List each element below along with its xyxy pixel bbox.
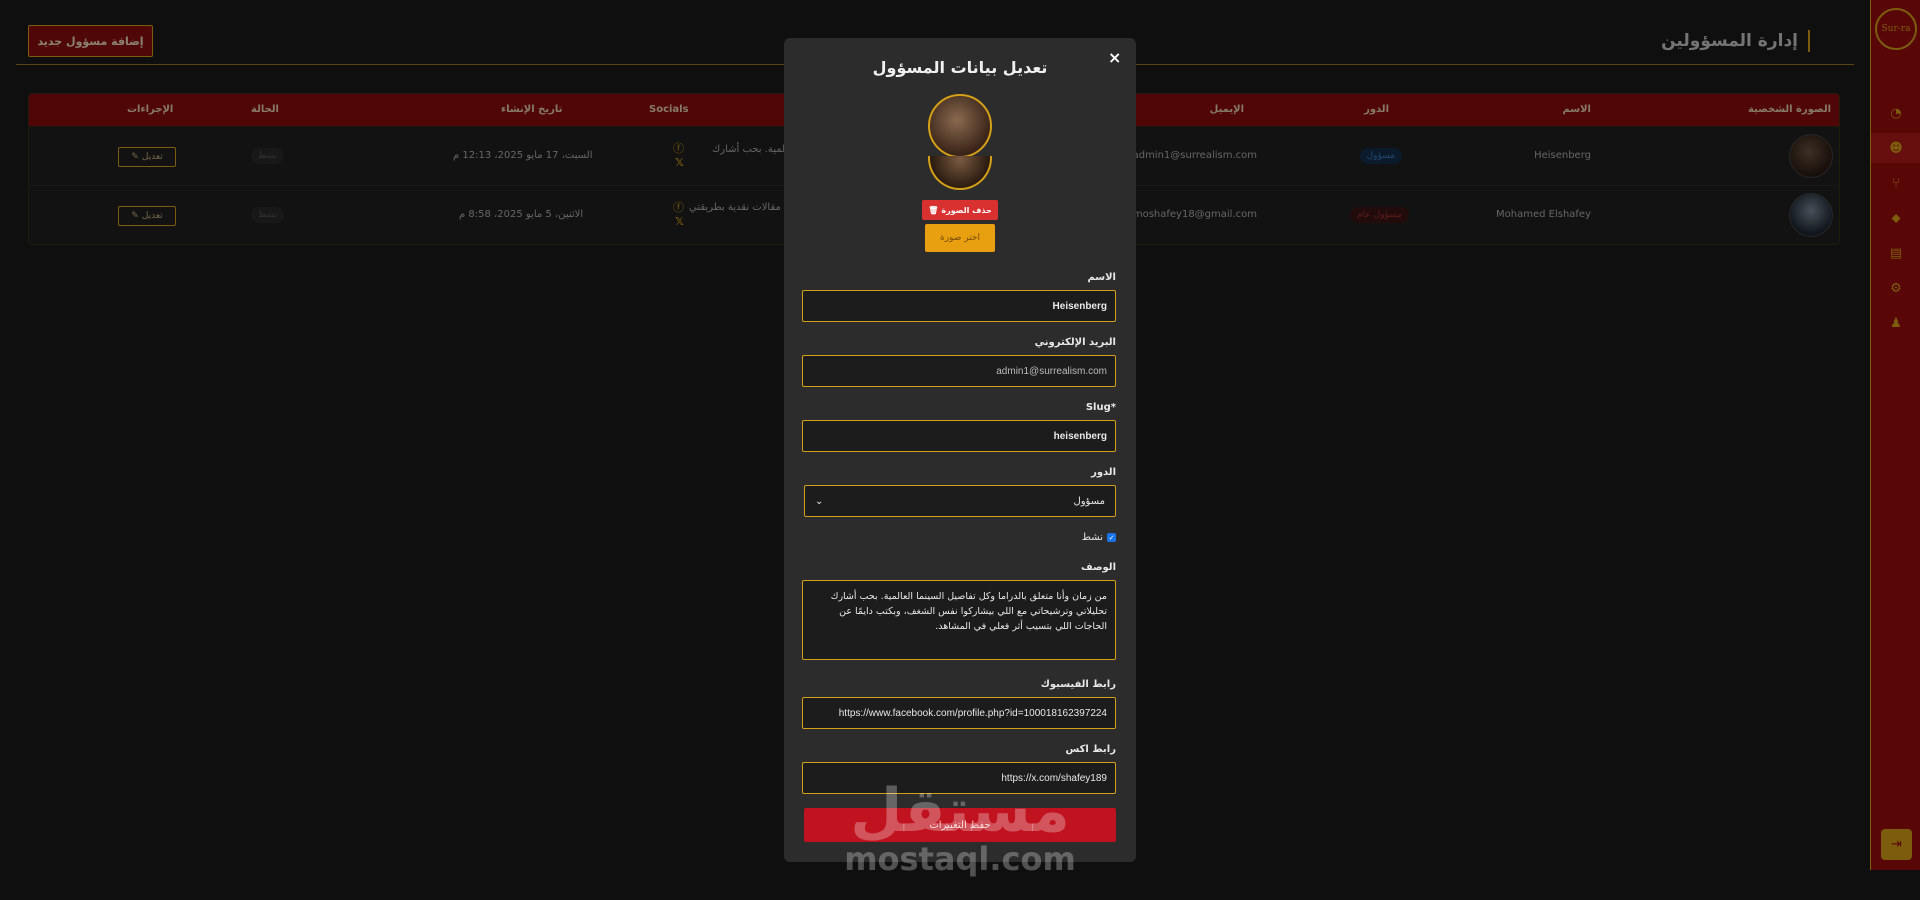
facebook-label: رابط الفيسبوك <box>1040 679 1116 690</box>
description-textarea[interactable]: من زمان وأنا متعلق بالدراما وكل تفاصيل ا… <box>802 580 1116 660</box>
active-toggle[interactable]: نشط ✓ <box>1082 532 1116 543</box>
email-label: البريد الإلكتروني <box>1034 337 1116 348</box>
active-checkbox[interactable]: ✓ <box>1107 533 1116 542</box>
desc-label: الوصف <box>1080 562 1116 573</box>
name-label: الاسم <box>1087 272 1116 283</box>
slug-input[interactable]: heisenberg <box>802 420 1116 452</box>
role-select[interactable]: ⌄ مسؤول <box>804 485 1116 517</box>
choose-photo-button[interactable]: اختر صورة <box>925 224 995 252</box>
active-label: نشط <box>1081 532 1103 543</box>
edit-admin-modal: × تعديل بيانات المسؤول 🗑 حذف الصورة اختر … <box>784 38 1136 862</box>
profile-photo <box>928 94 992 158</box>
trash-icon: 🗑 <box>928 205 939 215</box>
email-input[interactable]: admin1@surrealism.com <box>802 355 1116 387</box>
slug-label: Slug* <box>1085 402 1116 413</box>
watermark-latin: mostaql.com <box>844 840 1076 878</box>
watermark-arabic: مستقل <box>850 776 1070 846</box>
chevron-down-icon: ⌄ <box>815 495 824 507</box>
name-input[interactable]: Heisenberg <box>802 290 1116 322</box>
modal-title: تعديل بيانات المسؤول <box>872 58 1048 77</box>
role-select-value: مسؤول <box>1073 495 1105 507</box>
delete-photo-button[interactable]: 🗑 حذف الصورة <box>922 200 998 220</box>
watermark: مستقل mostaql.com <box>840 780 1080 876</box>
x-label: رابط اكس <box>1065 744 1116 755</box>
facebook-input[interactable]: https://www.facebook.com/profile.php?id=… <box>802 697 1116 729</box>
profile-photo-preview <box>928 156 992 190</box>
role-label: الدور <box>1091 467 1116 478</box>
